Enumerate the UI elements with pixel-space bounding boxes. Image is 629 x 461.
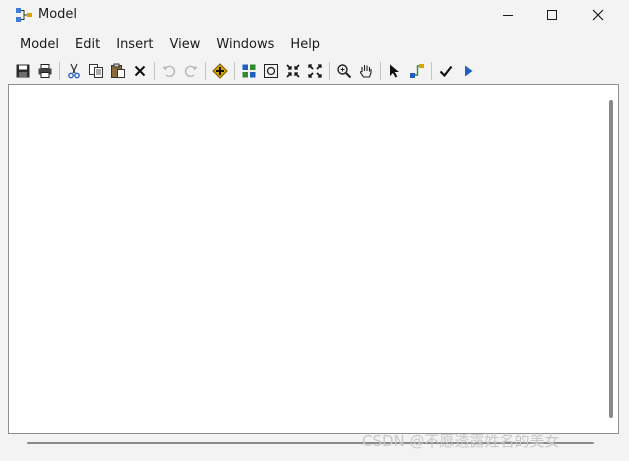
minimize-icon	[503, 15, 513, 16]
add-icon	[212, 63, 228, 79]
menu-view[interactable]: View	[162, 34, 209, 56]
check-button[interactable]	[435, 60, 457, 82]
grid-icon	[242, 64, 256, 78]
toolbar-separator	[59, 62, 60, 80]
copy-button[interactable]	[85, 60, 107, 82]
paste-button[interactable]	[107, 60, 129, 82]
check-icon	[439, 65, 453, 78]
collapse-button[interactable]	[282, 60, 304, 82]
save-icon	[16, 64, 30, 78]
print-icon	[38, 64, 52, 78]
menu-edit[interactable]: Edit	[67, 34, 108, 56]
vertical-scrollbar[interactable]	[609, 100, 613, 418]
menu-insert[interactable]: Insert	[108, 34, 161, 56]
undo-button[interactable]	[158, 60, 180, 82]
minimize-button[interactable]	[485, 0, 531, 30]
redo-button[interactable]	[180, 60, 202, 82]
menu-help[interactable]: Help	[282, 34, 328, 56]
model-app-icon	[15, 6, 33, 24]
collapse-icon	[286, 64, 300, 78]
pan-hand-icon	[360, 65, 372, 78]
maximize-icon	[547, 10, 557, 20]
redo-icon	[184, 65, 198, 78]
menu-bar: Model Edit Insert View Windows Help	[12, 34, 328, 56]
watermark: CSDN @不愿透露姓名的美女	[362, 432, 560, 450]
model-canvas[interactable]	[8, 84, 619, 434]
delete-button[interactable]	[129, 60, 151, 82]
toolbar	[12, 60, 479, 82]
zoom-button[interactable]	[333, 60, 355, 82]
add-button[interactable]	[209, 60, 231, 82]
maximize-button[interactable]	[529, 0, 575, 30]
save-button[interactable]	[12, 60, 34, 82]
cut-button[interactable]	[63, 60, 85, 82]
toolbar-separator	[431, 62, 432, 80]
fit-icon	[264, 64, 278, 78]
model-window: Model Model Edit Insert View Windows Hel…	[0, 0, 629, 461]
pointer-button[interactable]	[384, 60, 406, 82]
toolbar-separator	[154, 62, 155, 80]
title-bar[interactable]: Model	[0, 0, 629, 32]
delete-icon	[134, 65, 146, 77]
close-icon	[592, 9, 604, 21]
grid-button[interactable]	[238, 60, 260, 82]
undo-icon	[162, 65, 176, 78]
cut-icon	[68, 63, 80, 79]
toolbar-separator	[234, 62, 235, 80]
run-icon	[465, 65, 473, 77]
pan-button[interactable]	[355, 60, 377, 82]
connector-icon	[410, 64, 424, 78]
expand-icon	[308, 64, 322, 78]
close-button[interactable]	[575, 0, 621, 30]
window-title: Model	[38, 7, 78, 22]
toolbar-separator	[380, 62, 381, 80]
connector-button[interactable]	[406, 60, 428, 82]
print-button[interactable]	[34, 60, 56, 82]
fit-button[interactable]	[260, 60, 282, 82]
menu-model[interactable]: Model	[12, 34, 67, 56]
expand-button[interactable]	[304, 60, 326, 82]
toolbar-separator	[329, 62, 330, 80]
pointer-icon	[390, 64, 399, 78]
paste-icon	[111, 63, 125, 78]
zoom-icon	[337, 64, 352, 79]
toolbar-separator	[205, 62, 206, 80]
copy-icon	[89, 64, 103, 78]
menu-windows[interactable]: Windows	[208, 34, 282, 56]
run-button[interactable]	[457, 60, 479, 82]
